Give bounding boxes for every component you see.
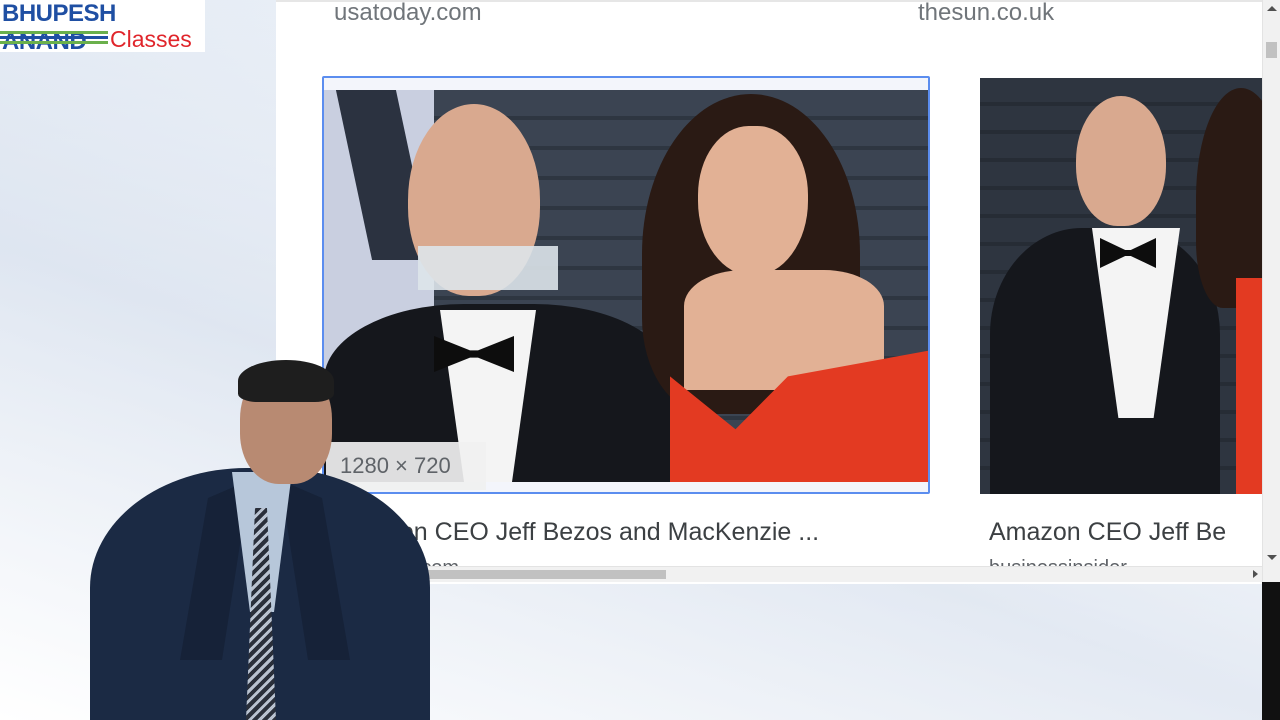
- result-source-1[interactable]: usatoday.com: [334, 2, 482, 27]
- result-title-2[interactable]: Amazon CEO Jeff Be: [989, 518, 1264, 547]
- result-source-2[interactable]: thesun.co.uk: [918, 2, 1054, 27]
- frame-edge: [1262, 582, 1280, 720]
- image-result-2[interactable]: [980, 78, 1264, 494]
- photo2-woman-hair: [1196, 88, 1264, 308]
- photo-overlay-strip: [418, 246, 558, 290]
- photo-woman-face: [698, 126, 808, 276]
- scroll-up-arrow-icon[interactable]: [1267, 6, 1277, 11]
- photo2-man-head: [1076, 96, 1166, 226]
- vertical-scroll-thumb[interactable]: [1266, 42, 1277, 58]
- scroll-right-arrow-icon[interactable]: [1253, 570, 1258, 578]
- logo-subtitle: Classes: [110, 26, 192, 52]
- channel-logo: BHUPESH ANAND Classes: [0, 0, 205, 55]
- photo2-woman-dress: [1236, 278, 1264, 494]
- presenter-video-overlay: [30, 360, 450, 720]
- logo-stripes: [0, 31, 108, 49]
- vertical-scrollbar[interactable]: [1262, 0, 1280, 582]
- scroll-down-arrow-icon[interactable]: [1267, 555, 1277, 560]
- presenter-hair: [238, 360, 334, 402]
